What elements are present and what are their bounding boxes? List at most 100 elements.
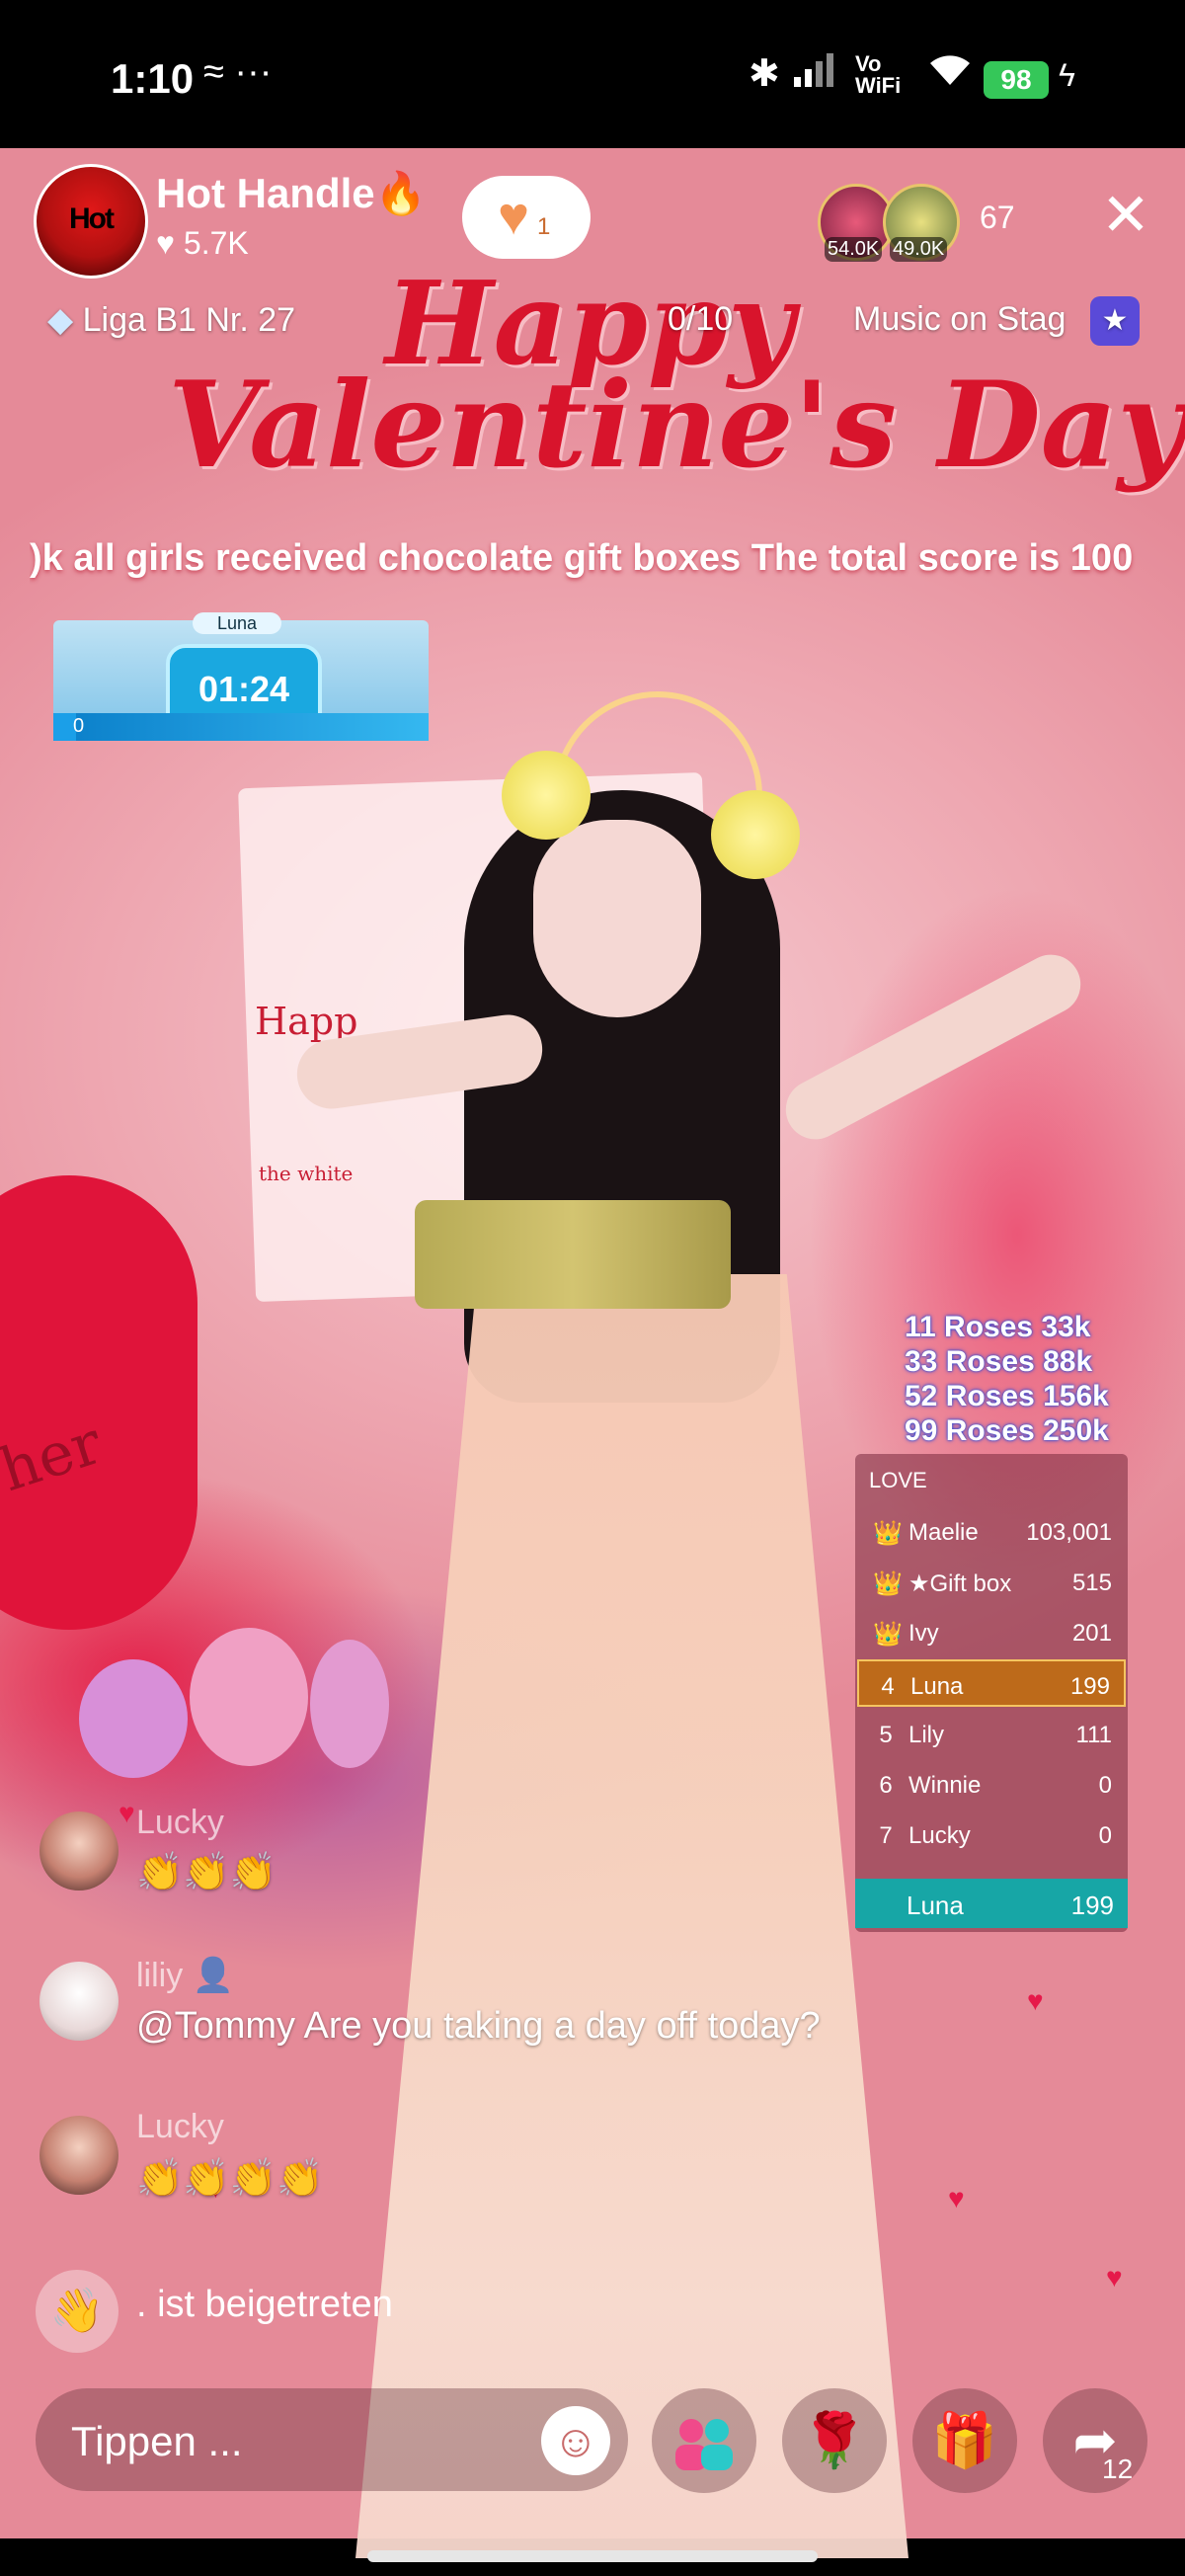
crown-icon: 👑 [873, 1570, 903, 1597]
follow-button[interactable]: ♥ 1 [462, 176, 591, 259]
share-count: 12 [1102, 2454, 1134, 2484]
viewer-count[interactable]: 67 [980, 200, 1015, 236]
viewer-score: 54.0K [825, 237, 883, 262]
balloon [190, 1628, 308, 1766]
chat-username[interactable]: Lucky [136, 2108, 224, 2146]
petal: ♥ [1027, 1985, 1044, 2016]
chat-avatar[interactable] [40, 1811, 118, 1891]
crown-icon: 👑 [873, 1520, 903, 1547]
leaderboard-score: 201 [1071, 1620, 1112, 1647]
rose-tiers: 11 Roses 33k 33 Roses 88k 52 Roses 156k … [905, 1310, 1109, 1448]
petal: ♥ [118, 1798, 135, 1828]
signal-icon [792, 51, 835, 99]
leaderboard-row[interactable]: 4 Luna 199 [857, 1659, 1126, 1707]
timer-score: 0 [73, 715, 85, 737]
chat-avatar[interactable] [40, 1962, 118, 2041]
petal: ♥ [948, 2183, 965, 2214]
leaderboard-title: LOVE [869, 1468, 927, 1492]
chat-username[interactable]: liliy 👤 [136, 1956, 234, 1995]
rose-tier: 52 Roses 156k [905, 1380, 1109, 1412]
leaderboard-rank: 7 [879, 1822, 893, 1849]
status-bar: 1:10 ≈ ··· ✱ Vo WiFi 98 ϟ [0, 0, 1185, 148]
chat-message: @Tommy Are you taking a day off today? [136, 2005, 821, 2047]
leaderboard-score: 0 [1098, 1822, 1112, 1849]
leaderboard-row[interactable]: 7 Lucky 0 [857, 1811, 1126, 1858]
status-time: 1:10 [111, 55, 195, 102]
emoji-icon[interactable]: ☺ [541, 2406, 610, 2475]
leaderboard-score: 0 [1098, 1772, 1112, 1799]
valentines-title-line2: Valentine's Day [168, 356, 1185, 495]
league-badge[interactable]: ◆ Liga B1 Nr. 27 [47, 300, 295, 340]
chat-username[interactable]: Lucky [136, 1804, 224, 1842]
balloon [310, 1640, 389, 1768]
crown-icon: 👑 [873, 1621, 903, 1648]
follow-heart-count: 1 [537, 213, 551, 240]
leaderboard-score: 103,001 [1026, 1519, 1112, 1546]
vowifi-label: Vo WiFi [855, 51, 902, 98]
goal-progress[interactable]: 0/10 [668, 300, 733, 339]
leaderboard-row[interactable]: 👑 ★Gift box 515 [857, 1558, 1126, 1605]
star-icon[interactable]: ★ [1090, 296, 1140, 346]
rose-tier: 99 Roses 250k [905, 1414, 1109, 1447]
top-viewer-avatar[interactable]: 49.0K [883, 184, 960, 262]
chat-message: 👏👏👏👏 [136, 2158, 324, 2200]
leaderboard-name: Winnie [908, 1772, 982, 1799]
wifi-icon [926, 51, 974, 99]
charging-icon: ϟ [1059, 57, 1075, 93]
leaderboard-row[interactable]: 👑 Maelie 103,001 [857, 1507, 1126, 1555]
viewer-score: 49.0K [890, 237, 948, 262]
leaderboard-name: Ivy [908, 1620, 939, 1647]
heart-prop [0, 1175, 198, 1630]
rose-tier: 11 Roses 33k [905, 1311, 1091, 1343]
performer-bodice [415, 1200, 731, 1309]
leaderboard-name: Maelie [908, 1519, 979, 1546]
headpiece-flower [502, 751, 591, 840]
battery-indicator: 98 [984, 61, 1049, 99]
backdrop-subtext: the white [259, 1162, 354, 1185]
bluetooth-icon: ✱ [749, 53, 780, 95]
notification-icons: ≈ ··· [203, 51, 273, 93]
leaderboard-rank: 6 [879, 1772, 893, 1799]
close-icon[interactable]: ✕ [1094, 186, 1157, 249]
join-message: . ist beigetreten [136, 2284, 393, 2325]
home-indicator[interactable] [367, 2550, 818, 2562]
guests-icon[interactable] [652, 2388, 756, 2493]
leaderboard-score: 515 [1071, 1570, 1112, 1596]
wave-icon: 👋 [36, 2270, 118, 2353]
comment-box[interactable]: Tippen ... ☺ [36, 2388, 628, 2491]
timer-owner: Luna [193, 612, 281, 634]
leaderboard-rank: 4 [881, 1673, 895, 1700]
leaderboard-row[interactable]: 5 Lily 111 [857, 1710, 1126, 1757]
headpiece-flower [711, 790, 800, 879]
comment-input[interactable]: Tippen ... [71, 2418, 243, 2465]
host-avatar[interactable]: Hot [34, 164, 148, 279]
leaderboard-my-row: Luna 199 [855, 1879, 1128, 1928]
diamond-icon: ◆ [47, 301, 74, 339]
leaderboard-my-name: Luna [907, 1891, 964, 1920]
chat-message: 👏👏👏 [136, 1852, 276, 1893]
leaderboard-score: 199 [1069, 1673, 1110, 1700]
leaderboard-rank: 5 [879, 1722, 893, 1748]
host-avatar-logo: Hot [69, 202, 115, 235]
petal: ♥ [1106, 2262, 1123, 2293]
host-likes: ♥ 5.7K [156, 225, 249, 261]
backdrop-text: Happ [255, 1000, 358, 1043]
leaderboard-name: Luna [910, 1673, 964, 1700]
leaderboard-name: ★Gift box [908, 1570, 1012, 1597]
rose-tier: 33 Roses 88k [905, 1345, 1093, 1378]
leaderboard-row[interactable]: 6 Winnie 0 [857, 1760, 1126, 1808]
performer-face [533, 820, 701, 1017]
leaderboard-name: Lucky [908, 1822, 971, 1849]
league-label: Liga B1 Nr. 27 [82, 301, 296, 339]
heart-icon: ♥ [498, 187, 530, 246]
balloon [79, 1659, 188, 1778]
chat-avatar[interactable] [40, 2116, 118, 2195]
host-name[interactable]: Hot Handle🔥 [156, 170, 427, 218]
timer-progress-bar [53, 713, 429, 741]
rose-icon[interactable]: 🌹 [782, 2388, 887, 2493]
leaderboard-score: 111 [1075, 1722, 1112, 1748]
gift-icon[interactable]: 🎁 [912, 2388, 1017, 2493]
music-label[interactable]: Music on Stag [853, 300, 1066, 339]
leaderboard-my-score: 199 [1070, 1891, 1114, 1920]
leaderboard-row[interactable]: 👑 Ivy 201 [857, 1608, 1126, 1655]
